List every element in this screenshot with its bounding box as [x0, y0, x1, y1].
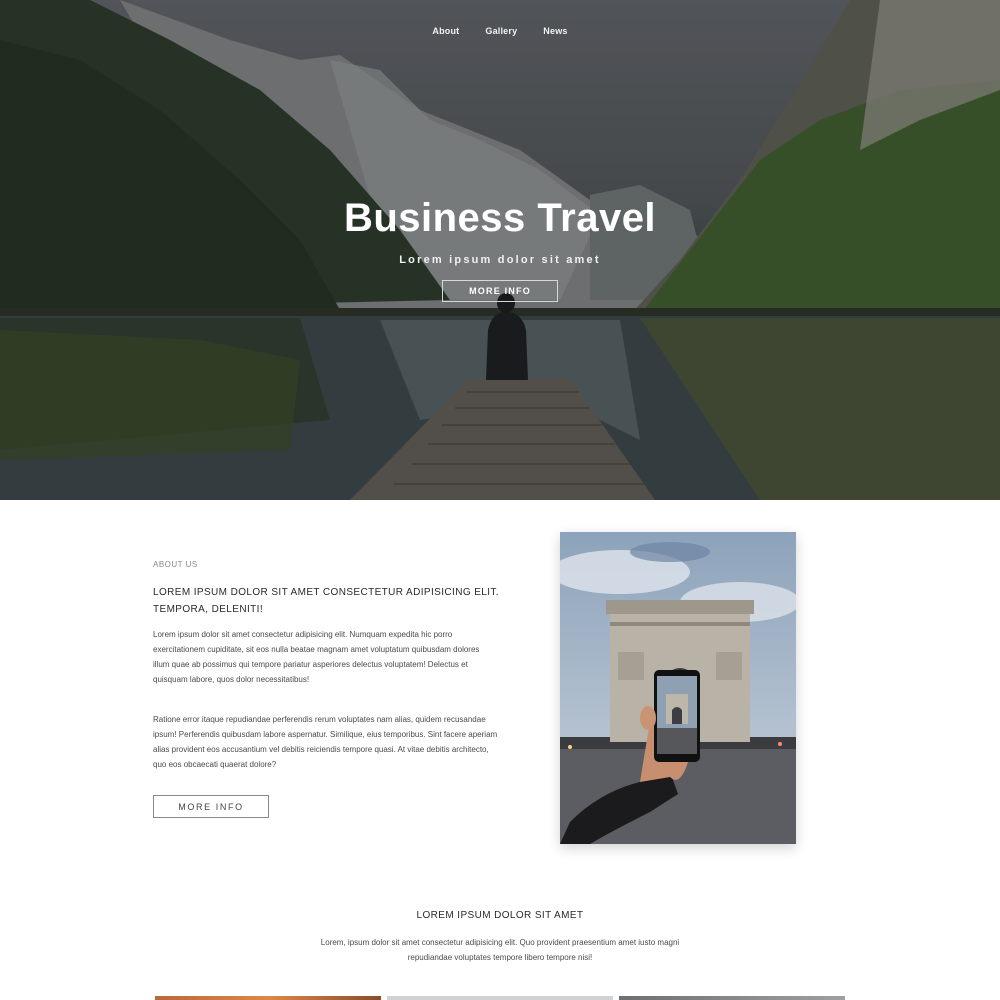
- section-description: Lorem, ipsum dolor sit amet consectetur …: [320, 938, 680, 962]
- gallery-thumbnail-1[interactable]: [155, 996, 381, 1000]
- hero-subtitle: Lorem ipsum dolor sit amet: [399, 254, 601, 266]
- about-paragraph-1: Lorem ipsum dolor sit amet consectetur a…: [153, 630, 480, 684]
- about-more-info-button[interactable]: MORE INFO: [153, 795, 269, 818]
- hero-overlay: [0, 0, 1000, 500]
- about-section-label: ABOUT US: [153, 560, 198, 569]
- nav-link-news[interactable]: News: [543, 26, 567, 36]
- nav-link-about[interactable]: About: [432, 26, 459, 36]
- gallery-thumbnail-2[interactable]: [387, 996, 613, 1000]
- top-nav: About Gallery News: [0, 26, 1000, 36]
- about-paragraph-2: Ratione error itaque repudiandae perfere…: [153, 715, 498, 769]
- about-heading: LOREM IPSUM DOLOR SIT AMET CONSECTETUR A…: [153, 587, 499, 615]
- gallery-thumbnail-3[interactable]: [619, 996, 845, 1000]
- hero-title: Business Travel: [343, 196, 657, 240]
- arc-de-triomphe-photo: [560, 532, 796, 844]
- hero-more-info-button[interactable]: MORE INFO: [442, 280, 558, 302]
- section-title: LOREM IPSUM DOLOR SIT AMET: [416, 910, 584, 921]
- nav-link-gallery[interactable]: Gallery: [485, 26, 517, 36]
- hero-banner: About Gallery News Business Travel Lorem…: [0, 0, 1000, 500]
